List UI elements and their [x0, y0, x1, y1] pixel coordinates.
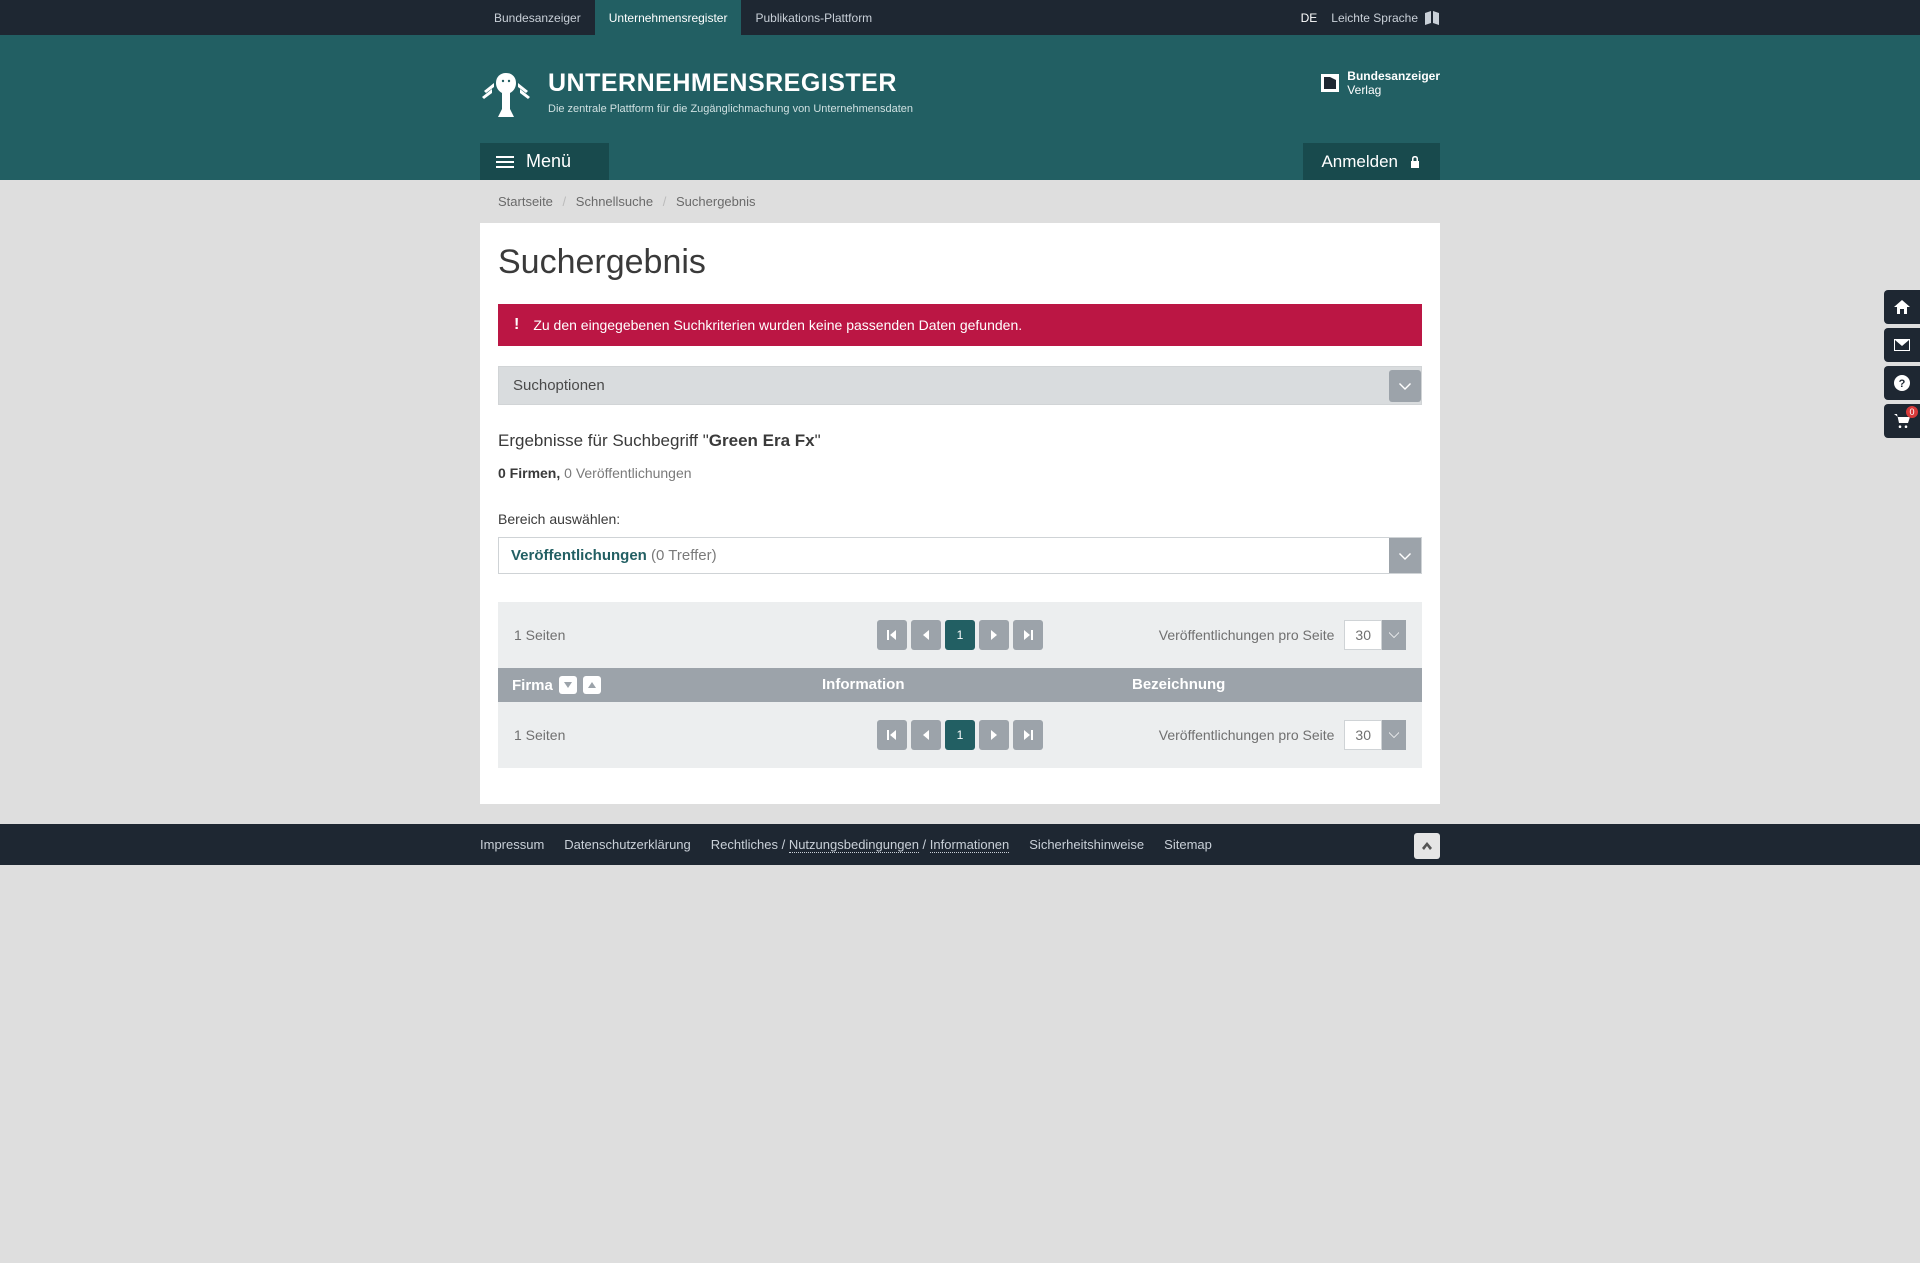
scroll-to-top-button[interactable]: [1414, 833, 1440, 859]
login-button[interactable]: Anmelden: [1303, 143, 1440, 180]
pager-first-button[interactable]: [877, 620, 907, 650]
perpage-select[interactable]: 30: [1344, 620, 1406, 650]
svg-text:?: ?: [1899, 378, 1906, 390]
home-icon: [1894, 300, 1910, 314]
question-icon: ?: [1894, 375, 1910, 391]
pager-first-button[interactable]: [877, 720, 907, 750]
sort-firma-desc[interactable]: [559, 676, 577, 694]
topnav-publikationsplattform[interactable]: Publikations-Plattform: [741, 0, 886, 35]
footer: Impressum Datenschutzerklärung Rechtlich…: [0, 824, 1920, 865]
search-options-toggle[interactable]: Suchoptionen: [498, 366, 1422, 405]
pager-prev-button[interactable]: [911, 620, 941, 650]
pager-page-1: 1: [945, 720, 975, 750]
brand[interactable]: UNTERNEHMENSREGISTER Die zentrale Plattf…: [480, 69, 913, 121]
side-rail: ? 0: [1884, 290, 1920, 438]
mail-icon: [1894, 339, 1910, 351]
alert-icon: !: [514, 316, 519, 334]
pager-last-button[interactable]: [1013, 620, 1043, 650]
pager-top: 1 Seiten 1 Veröffentlichungen pro Seite …: [498, 602, 1422, 668]
menubar: Menü Anmelden: [0, 143, 1920, 180]
pager-page-1: 1: [945, 620, 975, 650]
page-title: Suchergebnis: [498, 243, 1422, 282]
lock-icon: [1408, 155, 1422, 169]
page-count: 1 Seiten: [514, 727, 774, 743]
eagle-logo-icon: [480, 69, 532, 121]
hero: UNTERNEHMENSREGISTER Die zentrale Plattf…: [0, 35, 1920, 143]
verlag-icon: [1321, 74, 1339, 92]
topnav-unternehmensregister[interactable]: Unternehmensregister: [595, 0, 742, 35]
brand-title: UNTERNEHMENSREGISTER: [548, 69, 913, 98]
result-counts: 0 Firmen, 0 Veröffentlichungen: [498, 465, 1422, 481]
rail-mail-button[interactable]: [1884, 328, 1920, 362]
rail-help-button[interactable]: ?: [1884, 366, 1920, 400]
verlag-logo[interactable]: Bundesanzeiger Verlag: [1321, 69, 1440, 97]
cart-badge: 0: [1906, 406, 1918, 418]
topnav-bundesanzeiger[interactable]: Bundesanzeiger: [480, 0, 595, 35]
pager-last-button[interactable]: [1013, 720, 1043, 750]
rail-cart-button[interactable]: 0: [1884, 404, 1920, 438]
top-nav: Bundesanzeiger Unternehmensregister Publ…: [0, 0, 1920, 35]
easy-language-link[interactable]: Leichte Sprache: [1331, 11, 1440, 25]
chevron-down-icon: [1382, 620, 1406, 650]
chevron-down-icon: [1389, 370, 1421, 402]
footer-datenschutz[interactable]: Datenschutzerklärung: [564, 837, 690, 852]
footer-sitemap[interactable]: Sitemap: [1164, 837, 1212, 852]
perpage-select[interactable]: 30: [1344, 720, 1406, 750]
breadcrumb: Startseite / Schnellsuche / Suchergebnis: [480, 180, 1440, 223]
chevron-down-icon: [1389, 538, 1421, 573]
page-count: 1 Seiten: [514, 627, 774, 643]
perpage-label: Veröffentlichungen pro Seite: [1159, 627, 1335, 643]
sort-firma-asc[interactable]: [583, 676, 601, 694]
menu-button[interactable]: Menü: [480, 143, 609, 180]
easy-language-icon: [1424, 11, 1440, 25]
area-label: Bereich auswählen:: [498, 511, 1422, 527]
hamburger-icon: [496, 153, 514, 171]
pager-bottom: 1 Seiten 1 Veröffentlichungen pro Seite …: [498, 702, 1422, 768]
footer-impressum[interactable]: Impressum: [480, 837, 544, 852]
footer-informationen[interactable]: Informationen: [930, 837, 1010, 853]
pager-next-button[interactable]: [979, 620, 1009, 650]
chevron-down-icon: [1382, 720, 1406, 750]
breadcrumb-schnellsuche[interactable]: Schnellsuche: [576, 194, 653, 209]
no-results-alert: ! Zu den eingegebenen Suchkriterien wurd…: [498, 304, 1422, 346]
brand-subtitle: Die zentrale Plattform für die Zugänglic…: [548, 102, 913, 116]
breadcrumb-startseite[interactable]: Startseite: [498, 194, 553, 209]
breadcrumb-current: Suchergebnis: [676, 194, 756, 209]
content: Suchergebnis ! Zu den eingegebenen Suchk…: [480, 223, 1440, 804]
rail-home-button[interactable]: [1884, 290, 1920, 324]
perpage-label: Veröffentlichungen pro Seite: [1159, 727, 1335, 743]
result-heading: Ergebnisse für Suchbegriff "Green Era Fx…: [498, 431, 1422, 451]
language-switch[interactable]: DE: [1301, 11, 1318, 25]
footer-nutzungsbedingungen[interactable]: Nutzungsbedingungen: [789, 837, 919, 853]
area-select[interactable]: Veröffentlichungen (0 Treffer): [498, 537, 1422, 574]
pager-prev-button[interactable]: [911, 720, 941, 750]
pager-next-button[interactable]: [979, 720, 1009, 750]
footer-sicherheitshinweise[interactable]: Sicherheitshinweise: [1029, 837, 1144, 852]
results-table-header: Firma Information Bezeichnung: [498, 668, 1422, 702]
